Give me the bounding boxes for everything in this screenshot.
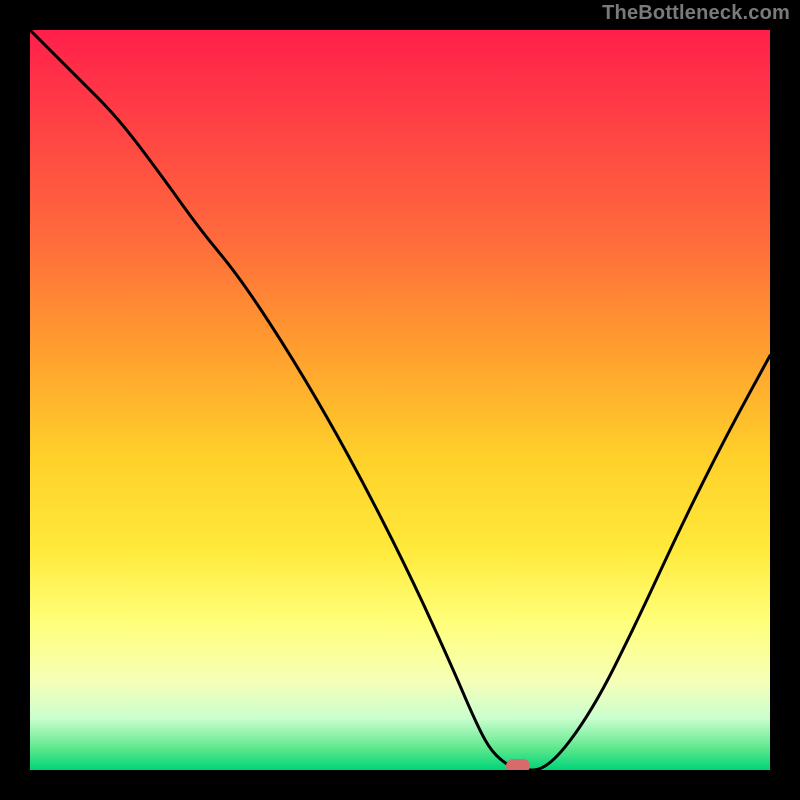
plot-area	[30, 30, 770, 770]
watermark-text: TheBottleneck.com	[602, 2, 790, 25]
chart-frame: TheBottleneck.com	[0, 0, 800, 800]
bottleneck-curve-path	[30, 30, 770, 770]
optimal-marker	[506, 759, 530, 770]
curve-svg	[30, 30, 770, 770]
